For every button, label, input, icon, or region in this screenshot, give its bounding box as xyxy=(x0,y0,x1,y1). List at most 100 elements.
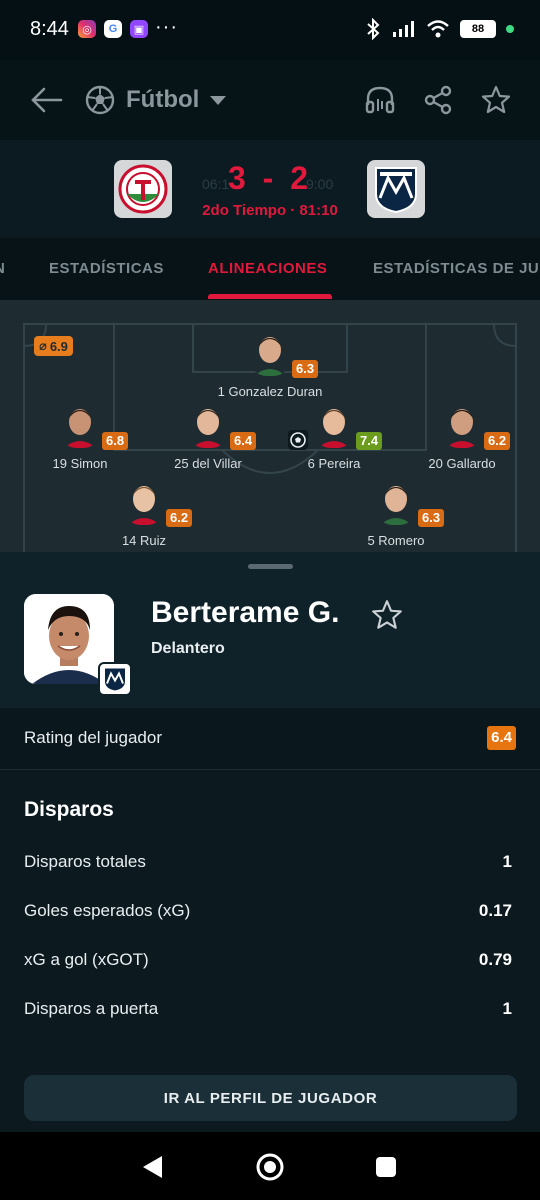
star-outline-icon xyxy=(481,85,511,114)
bluetooth-icon xyxy=(367,18,380,40)
go-to-player-profile-button[interactable]: IR AL PERFIL DE JUGADOR xyxy=(24,1075,517,1121)
player-photo xyxy=(442,404,482,448)
status-bar: 8:44 ◎ G ▣ ··· 88 xyxy=(0,0,540,60)
wifi-icon xyxy=(427,20,449,38)
privacy-indicator xyxy=(506,25,514,33)
stat-row: Disparos a puerta 1 xyxy=(24,999,512,1029)
player-profile-header: Berterame G. Delantero xyxy=(0,552,540,708)
instagram-icon: ◎ xyxy=(78,20,96,38)
share-icon xyxy=(424,85,452,115)
more-notifications-icon: ··· xyxy=(155,16,178,38)
nav-recents-button[interactable] xyxy=(369,1150,403,1184)
team-average-value: 6.9 xyxy=(49,338,68,354)
player-photo xyxy=(250,332,290,376)
chevron-down-icon xyxy=(210,96,227,105)
lineup-player[interactable]: 6.3 5 Romero xyxy=(326,481,466,552)
tab-estadisticas-jugadores[interactable]: ESTADÍSTICAS DE JU xyxy=(373,260,539,277)
player-rating: 6.3 xyxy=(292,360,319,378)
google-icon: G xyxy=(104,20,122,38)
stat-label: Disparos a puerta xyxy=(24,999,159,1018)
sport-selector[interactable]: Fútbol xyxy=(84,80,227,120)
nav-back-button[interactable] xyxy=(135,1150,169,1184)
player-position: Delantero xyxy=(151,640,225,657)
player-rating-badge: 6.4 xyxy=(487,726,516,750)
stat-label: xG a gol (xGOT) xyxy=(24,950,149,969)
stat-row: Goles esperados (xG) 0.17 xyxy=(24,901,512,931)
player-photo xyxy=(314,404,354,448)
monterrey-crest-icon xyxy=(375,167,417,214)
lineup-player[interactable]: 6.2 20 Gallardo xyxy=(392,404,532,484)
player-photo xyxy=(60,404,100,448)
lineup-pitch: ⌀ 6.9 6.3 1 Gonzalez Duran 6.8 19 Simon … xyxy=(0,300,540,552)
stat-row: Disparos totales 1 xyxy=(24,852,512,882)
arrow-left-icon xyxy=(31,87,63,113)
lineup-player[interactable]: 7.4 6 Pereira xyxy=(264,404,404,484)
player-name: 5 Romero xyxy=(367,533,425,548)
nav-home-button[interactable] xyxy=(253,1150,287,1184)
system-nav-bar xyxy=(0,1132,540,1200)
circle-home-icon xyxy=(256,1153,284,1181)
player-name: 14 Ruiz xyxy=(121,533,167,548)
tab-previous[interactable]: N xyxy=(0,260,5,277)
lineup-player[interactable]: 6.4 25 del Villar xyxy=(138,404,278,484)
goal-ball-icon xyxy=(288,430,308,450)
twitch-icon: ▣ xyxy=(130,20,148,38)
triangle-back-icon xyxy=(143,1156,162,1178)
match-tabs: N ESTADÍSTICAS ALINEACIONES ESTADÍSTICAS… xyxy=(0,238,540,300)
stat-value: 0.79 xyxy=(478,950,512,969)
tab-estadisticas[interactable]: ESTADÍSTICAS xyxy=(49,260,164,277)
team-average-rating: ⌀ 6.9 xyxy=(34,336,73,356)
player-rating: 6.2 xyxy=(484,432,511,450)
battery-indicator: 88 xyxy=(460,20,496,38)
match-status: 2do Tiempo · 81:10 xyxy=(202,202,338,219)
player-bottom-sheet: Berterame G. Delantero Rating del jugado… xyxy=(0,552,540,1132)
stat-value: 0.17 xyxy=(478,901,512,920)
away-team-logo[interactable] xyxy=(367,160,425,218)
stat-value: 1 xyxy=(502,852,512,871)
tab-alineaciones[interactable]: ALINEACIONES xyxy=(208,260,327,277)
player-name: 25 del Villar xyxy=(174,456,242,471)
player-rating: 6.2 xyxy=(166,509,193,527)
top-app-bar: Fútbol xyxy=(0,60,540,140)
player-name: 6 Pereira xyxy=(307,456,361,471)
player-name-title: Berterame G. xyxy=(151,596,340,629)
match-score: 3 - 2 xyxy=(227,160,313,196)
clock: 8:44 xyxy=(30,18,69,40)
lineup-player[interactable]: 6.3 1 Gonzalez Duran xyxy=(200,332,340,412)
club-badge-icon xyxy=(98,662,132,696)
stat-row: xG a gol (xGOT) 0.79 xyxy=(24,950,512,980)
share-button[interactable] xyxy=(418,80,458,120)
stat-label: Goles esperados (xG) xyxy=(24,901,191,920)
soccer-ball-icon xyxy=(85,85,115,115)
favorite-match-button[interactable] xyxy=(476,80,516,120)
section-title-shots: Disparos xyxy=(24,798,114,821)
player-rating: 7.4 xyxy=(356,432,383,450)
match-header[interactable]: 06:1 3 - 2 9:00 2do Tiempo · 81:10 xyxy=(0,140,540,238)
signal-icon xyxy=(393,21,414,37)
player-name: 20 Gallardo xyxy=(428,456,496,471)
player-photo xyxy=(188,404,228,448)
player-rating: 6.4 xyxy=(230,432,257,450)
player-photo xyxy=(376,481,416,525)
audio-commentary-button[interactable] xyxy=(360,80,400,120)
square-recents-icon xyxy=(376,1157,396,1177)
player-rating-row: Rating del jugador 6.4 xyxy=(0,708,540,770)
sheet-drag-handle[interactable] xyxy=(248,564,293,569)
star-outline-icon xyxy=(372,600,402,629)
lineup-player[interactable]: 6.2 14 Ruiz xyxy=(74,481,214,552)
back-button[interactable] xyxy=(26,80,66,120)
away-ghost-time: 9:00 xyxy=(306,176,334,192)
player-name: 1 Gonzalez Duran xyxy=(217,384,323,399)
rating-label: Rating del jugador xyxy=(24,728,162,747)
average-icon: ⌀ xyxy=(39,338,47,353)
stat-label: Disparos totales xyxy=(24,852,146,871)
follow-player-button[interactable] xyxy=(370,598,404,632)
lineup-player[interactable]: 6.8 19 Simon xyxy=(10,404,150,484)
player-photo xyxy=(124,481,164,525)
stat-value: 1 xyxy=(502,999,512,1018)
player-rating: 6.8 xyxy=(102,432,129,450)
sport-label: Fútbol xyxy=(126,86,200,113)
player-name: 19 Simon xyxy=(52,456,108,471)
player-rating: 6.3 xyxy=(418,509,445,527)
active-tab-indicator xyxy=(208,294,332,299)
